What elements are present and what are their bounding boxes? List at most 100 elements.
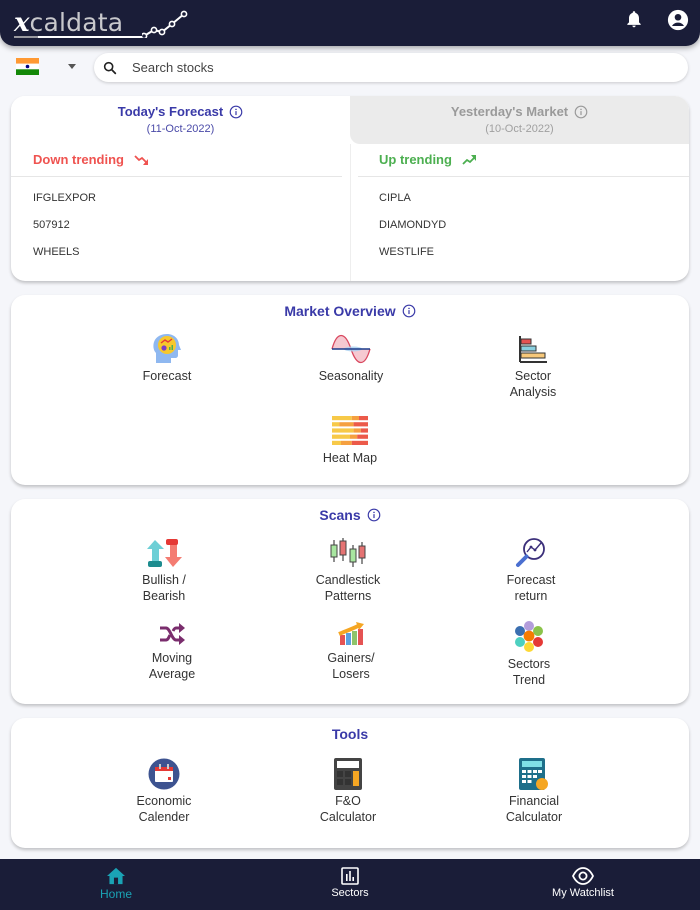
tools-title: Tools <box>331 726 369 742</box>
heatmap-cell <box>351 416 359 421</box>
tab-todays-forecast[interactable]: Today's Forecast (11-Oct-2022) <box>11 96 350 144</box>
info-icon[interactable] <box>574 105 588 119</box>
calendar-icon <box>148 758 180 790</box>
nav-home-label: Home <box>99 887 132 901</box>
heatmap-cell <box>332 422 340 427</box>
tool-financial-calculator[interactable]: Financial Calculator <box>469 758 599 825</box>
eye-icon <box>572 867 594 885</box>
market-overview-forecast[interactable]: Forecast <box>102 333 232 385</box>
stock-item[interactable]: CIPLA <box>379 192 411 204</box>
heatmap-cell <box>332 440 341 445</box>
heatmap-cell <box>351 440 368 445</box>
market-overview-seasonality[interactable]: Seasonality <box>286 333 416 385</box>
divider <box>358 176 689 177</box>
tile-label: Heat Map <box>322 451 378 465</box>
down-trending-label: Down trending <box>33 152 124 167</box>
market-overview-sector-analysis[interactable]: Sector Analysis <box>468 333 598 400</box>
nav-my-watchlist[interactable]: My Watchlist <box>503 859 663 910</box>
logo-graph-icon <box>142 10 188 38</box>
heatmap-cell <box>353 422 368 427</box>
divider <box>11 176 342 177</box>
logo-text: caldata <box>29 8 124 37</box>
bottom-navigation: Home Sectors My Watchlist <box>0 859 700 910</box>
heatmap-cell <box>332 428 354 433</box>
financial-calculator-icon <box>519 758 548 790</box>
india-flag-icon[interactable] <box>16 58 39 75</box>
nav-home[interactable]: Home <box>36 859 196 910</box>
nav-my-watchlist-label: My Watchlist <box>552 887 614 899</box>
sectors-chart-icon <box>341 867 359 885</box>
nav-sectors[interactable]: Sectors <box>270 859 430 910</box>
heatmap-icon <box>332 416 368 445</box>
tab-yesterdays-market[interactable]: Yesterday's Market (10-Oct-2022) <box>350 96 689 144</box>
logo-underline <box>14 36 144 38</box>
country-dropdown-caret-icon[interactable] <box>68 64 76 69</box>
up-trending-header: Up trending <box>379 152 478 167</box>
stock-item[interactable]: WESTLIFE <box>379 246 434 258</box>
search-input[interactable] <box>132 60 632 75</box>
todays-forecast-date: (11-Oct-2022) <box>146 123 215 135</box>
scans-card: Scans Bullish / Bearish Candlestick Patt… <box>11 499 689 704</box>
tile-label: Sector Analysis <box>509 369 557 399</box>
sine-wave-icon <box>331 334 371 364</box>
scan-forecast-return[interactable]: Forecast return <box>466 537 596 604</box>
tile-label: Economic Calender <box>136 794 192 824</box>
shuffle-icon <box>160 623 185 645</box>
top-app-bar: x caldata <box>0 0 700 46</box>
hexagon-cluster-icon <box>515 621 543 652</box>
info-icon[interactable] <box>229 105 243 119</box>
heatmap-cell <box>332 434 350 439</box>
scan-moving-average[interactable]: Moving Average <box>107 621 237 682</box>
tool-economic-calender[interactable]: Economic Calender <box>99 758 229 825</box>
bell-icon[interactable] <box>624 8 644 30</box>
stock-item[interactable]: 507912 <box>33 219 70 231</box>
heatmap-cell <box>341 440 352 445</box>
up-trending-label: Up trending <box>379 152 452 167</box>
nav-sectors-label: Sectors <box>331 887 369 899</box>
tool-fo-calculator[interactable]: F&O Calculator <box>283 758 413 825</box>
tile-label: Forecast <box>142 369 192 383</box>
stock-item[interactable]: IFGLEXPOR <box>33 192 96 204</box>
tile-label: Gainers/ Losers <box>327 651 375 681</box>
market-overview-title: Market Overview <box>284 303 396 319</box>
tile-label: Financial Calculator <box>505 794 563 824</box>
trending-down-icon <box>134 154 148 165</box>
tile-label: F&O Calculator <box>319 794 377 824</box>
market-overview-card: Market Overview Forecast Seasonality Sec… <box>11 295 689 485</box>
forecast-card: Today's Forecast (11-Oct-2022) Yesterday… <box>11 96 689 281</box>
heatmap-cell <box>353 428 361 433</box>
scan-bullish-bearish[interactable]: Bullish / Bearish <box>99 537 229 604</box>
logo-x: x <box>14 8 30 38</box>
tile-label: Moving Average <box>148 651 196 681</box>
heatmap-cell <box>350 434 358 439</box>
caldata-logo[interactable]: x caldata <box>14 4 188 38</box>
calculator-icon <box>334 758 362 790</box>
yesterdays-market-title: Yesterday's Market <box>450 104 569 119</box>
home-icon <box>107 867 125 885</box>
trending-up-icon <box>462 154 476 165</box>
scan-gainers-losers[interactable]: Gainers/ Losers <box>286 621 416 682</box>
tile-label: Forecast return <box>506 573 556 603</box>
scan-candlestick-patterns[interactable]: Candlestick Patterns <box>283 537 413 604</box>
heatmap-cell <box>339 422 354 427</box>
market-overview-heat-map[interactable]: Heat Map <box>285 415 415 467</box>
magnifier-chart-icon <box>516 538 545 567</box>
heatmap-cell <box>357 434 368 439</box>
tile-label: Sectors Trend <box>507 657 551 687</box>
forecast-head-icon <box>153 334 181 363</box>
todays-forecast-title: Today's Forecast <box>117 104 224 119</box>
bull-bear-icon <box>147 539 182 567</box>
search-bar[interactable] <box>94 53 688 82</box>
tools-card: Tools Economic Calender F&O Calculator F… <box>11 718 689 848</box>
stock-item[interactable]: WHEELS <box>33 246 79 258</box>
down-trending-header: Down trending <box>33 152 150 167</box>
tile-label: Seasonality <box>318 369 384 383</box>
tile-label: Candlestick Patterns <box>315 573 381 603</box>
bar-chart-icon <box>519 336 547 363</box>
stock-item[interactable]: DIAMONDYD <box>379 219 446 231</box>
info-icon[interactable] <box>367 508 381 522</box>
scan-sectors-trend[interactable]: Sectors Trend <box>464 621 594 688</box>
account-icon[interactable] <box>667 9 689 31</box>
info-icon[interactable] <box>402 304 416 318</box>
heatmap-cell <box>360 428 368 433</box>
